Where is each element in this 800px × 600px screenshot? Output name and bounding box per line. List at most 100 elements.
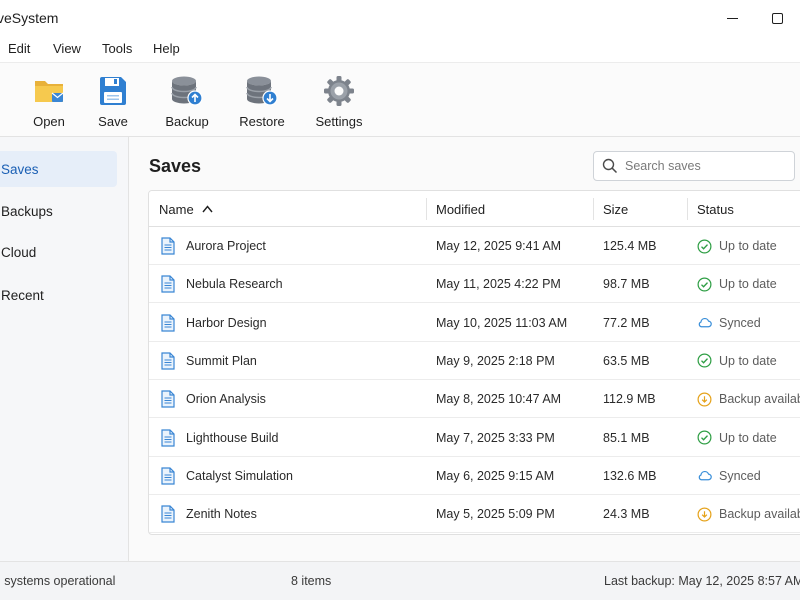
column-header-modified[interactable]: Modified: [436, 191, 485, 227]
menu-tools[interactable]: Tools: [102, 41, 132, 56]
restore-button[interactable]: Restore: [239, 63, 285, 138]
table-row[interactable]: Summit Plan May 9, 2025 2:18 PM 63.5 MB Up …: [149, 342, 800, 380]
menu-bar: Edit View Tools Help: [0, 35, 800, 62]
modified-cell: May 5, 2025 5:09 PM: [436, 507, 555, 522]
table-row[interactable]: Lighthouse Build May 7, 2025 3:33 PM 85.1 …: [149, 419, 800, 457]
sidebar-item-label: Saves: [1, 161, 39, 177]
status-cell: Backup available: [697, 380, 800, 418]
file-name: Orion Analysis: [186, 392, 266, 407]
check-circle-icon: [697, 430, 712, 445]
name-cell: Summit Plan: [161, 342, 257, 380]
open-label: Open: [33, 114, 65, 129]
sidebar-item-label: Backups: [1, 203, 53, 219]
status-text: Up to date: [719, 430, 777, 445]
sidebar-item-cloud[interactable]: Cloud: [0, 234, 117, 270]
column-header-size[interactable]: Size: [603, 191, 628, 227]
name-cell: Zenith Notes: [161, 495, 257, 533]
size-cell: 77.2 MB: [603, 315, 650, 330]
last-backup-text: Last backup: May 12, 2025 8:57 AM: [604, 574, 800, 588]
search-icon: [602, 158, 618, 174]
file-name: Harbor Design: [186, 315, 267, 330]
open-button[interactable]: Open: [30, 63, 68, 138]
document-icon: [161, 237, 175, 255]
file-name: Summit Plan: [186, 353, 257, 368]
modified-cell: May 11, 2025 4:22 PM: [436, 277, 561, 292]
settings-label: Settings: [315, 114, 363, 129]
sidebar-item-saves[interactable]: Saves: [0, 151, 117, 187]
page-title: Saves: [149, 156, 202, 176]
document-icon: [161, 352, 175, 370]
search-box[interactable]: [593, 151, 795, 181]
column-header-status[interactable]: Status: [697, 191, 734, 227]
maximize-button[interactable]: [762, 8, 792, 28]
floppy-disk-icon: [95, 74, 131, 108]
save-button[interactable]: Save: [94, 63, 132, 138]
sort-ascending-icon: [202, 205, 213, 213]
main-panel: Saves Name Modified Size: [129, 137, 800, 561]
cloud-icon: [697, 468, 712, 483]
name-cell: Lighthouse Build: [161, 419, 278, 457]
check-circle-icon: [697, 239, 712, 254]
column-name-label: Name: [159, 201, 194, 217]
menu-help[interactable]: Help: [153, 41, 180, 56]
column-divider[interactable]: [593, 198, 594, 220]
maximize-icon: [771, 12, 783, 24]
menu-edit[interactable]: Edit: [8, 41, 30, 56]
size-cell: 112.9 MB: [603, 392, 656, 407]
modified-cell: May 8, 2025 10:47 AM: [436, 392, 562, 407]
minimize-icon: [726, 17, 738, 19]
minimize-button[interactable]: [717, 8, 747, 28]
table-row[interactable]: Zenith Notes May 5, 2025 5:09 PM 24.3 MB Ba…: [149, 495, 800, 534]
title-bar: veSystem: [0, 0, 800, 35]
sidebar-item-backups[interactable]: Backups: [0, 193, 117, 229]
check-circle-icon: [697, 353, 712, 368]
document-icon: [161, 467, 175, 485]
file-name: Aurora Project: [186, 239, 266, 253]
table-row[interactable]: Orion Analysis May 8, 2025 10:47 AM 112.9 …: [149, 380, 800, 419]
column-status-label: Status: [697, 201, 734, 217]
database-download-icon: [244, 74, 280, 108]
backup-button[interactable]: Backup: [164, 63, 210, 138]
document-icon: [161, 275, 175, 293]
window-title: veSystem: [0, 10, 59, 26]
size-cell: 98.7 MB: [603, 277, 650, 292]
status-bar: l systems operational 8 items Last backu…: [0, 561, 800, 600]
sidebar-item-recent[interactable]: Recent: [0, 277, 117, 313]
modified-cell: May 9, 2025 2:18 PM: [436, 353, 555, 368]
menu-view[interactable]: View: [53, 41, 81, 56]
name-cell: Orion Analysis: [161, 380, 266, 418]
column-header-name[interactable]: Name: [159, 191, 213, 227]
status-cell: Up to date: [697, 342, 777, 380]
saves-table: Name Modified Size Status Aurora Project…: [148, 190, 800, 535]
name-cell: Aurora Project: [161, 227, 266, 265]
size-cell: 63.5 MB: [603, 353, 650, 368]
name-cell: Nebula Research: [161, 265, 283, 303]
cloud-icon: [697, 315, 712, 330]
modified-cell: May 7, 2025 3:33 PM: [436, 430, 555, 445]
document-icon: [161, 428, 175, 447]
column-divider[interactable]: [426, 198, 427, 220]
table-row[interactable]: Catalyst Simulation May 6, 2025 9:15 AM 13…: [149, 457, 800, 495]
size-cell: 125.4 MB: [603, 239, 657, 253]
check-circle-icon: [697, 277, 712, 292]
size-cell: 85.1 MB: [603, 430, 650, 445]
status-cell: Up to date: [697, 419, 777, 457]
table-row[interactable]: Harbor Design May 10, 2025 11:03 AM 77.2 M…: [149, 304, 800, 342]
restore-label: Restore: [239, 114, 285, 129]
settings-button[interactable]: Settings: [315, 63, 363, 138]
column-size-label: Size: [603, 201, 629, 217]
table-row[interactable]: Aurora Project May 12, 2025 9:41 AM 125.4 …: [149, 227, 800, 265]
search-input[interactable]: [625, 159, 785, 173]
status-cell: Backup available: [697, 495, 800, 533]
file-name: Catalyst Simulation: [186, 468, 293, 483]
download-circle-icon: [697, 507, 712, 522]
item-count-text: 8 items: [291, 574, 332, 588]
document-icon: [161, 313, 175, 332]
status-cell: Synced: [697, 304, 761, 342]
file-name: Nebula Research: [186, 277, 283, 292]
modified-cell: May 12, 2025 9:41 AM: [436, 239, 562, 253]
table-row[interactable]: Nebula Research May 11, 2025 4:22 PM 98.7 …: [149, 265, 800, 304]
file-name: Zenith Notes: [186, 507, 257, 522]
toolbar: Open Save Backup Restore Settings: [0, 62, 800, 137]
column-divider[interactable]: [687, 198, 688, 220]
